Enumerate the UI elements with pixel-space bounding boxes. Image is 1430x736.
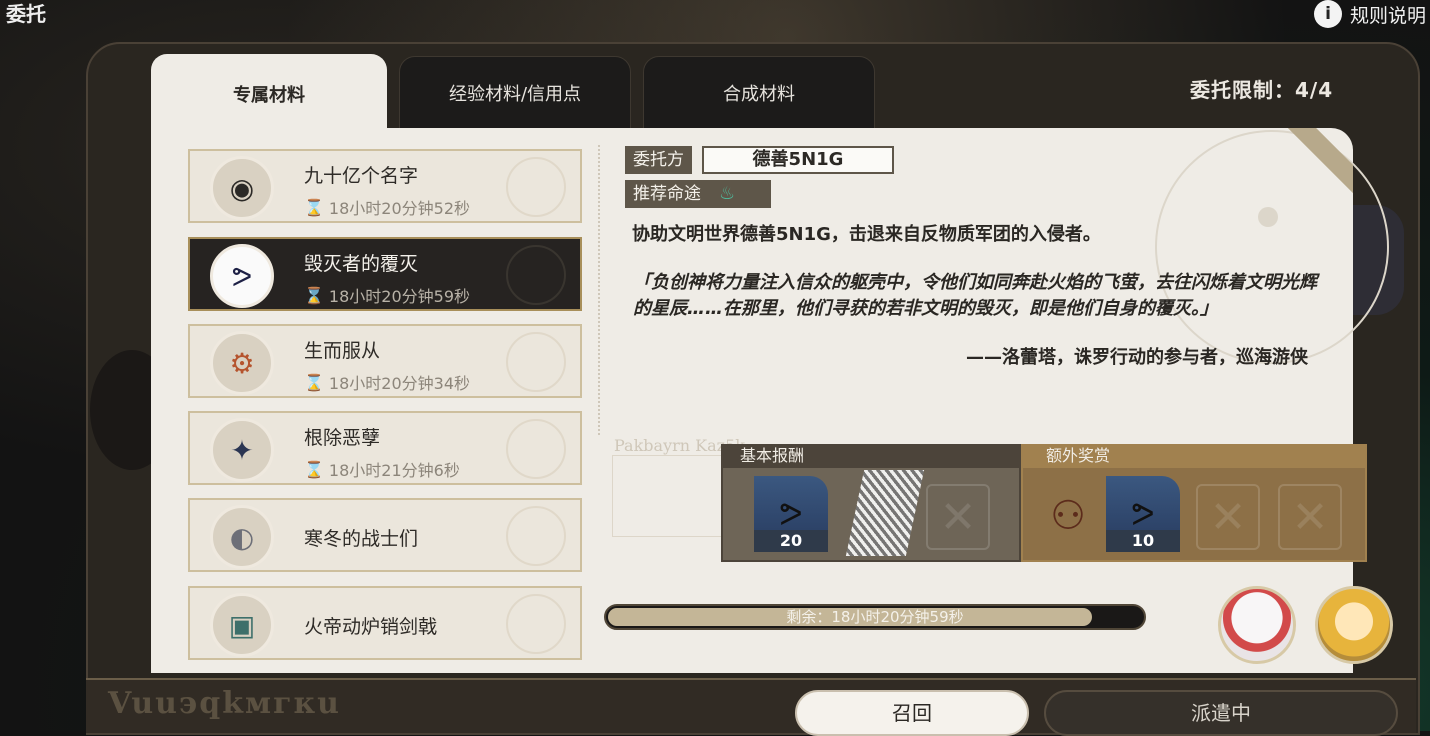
- hourglass-icon: ⌛: [304, 285, 324, 305]
- client-value: 德善5N1G: [702, 146, 894, 174]
- shard-icon: ✦: [210, 418, 274, 482]
- disc-icon: ◐: [210, 505, 274, 569]
- recommended-path: 推荐命途 ♨: [625, 180, 771, 208]
- reward-item[interactable]: ᕗ 20: [754, 476, 828, 552]
- empty-reward-slot: [1278, 484, 1342, 550]
- commission-item[interactable]: ⚙ 生而服从 ⌛ 18小时20分钟34秒: [188, 324, 582, 398]
- tab-exp-materials[interactable]: 经验材料/信用点: [399, 56, 631, 130]
- base-reward-label: 基本报酬: [740, 446, 805, 465]
- commission-time: 18小时20分钟52秒: [328, 199, 471, 218]
- info-icon: i: [1313, 0, 1342, 28]
- reward-item[interactable]: ᕗ 10: [1106, 476, 1180, 552]
- commission-name: 寒冬的战士们: [304, 528, 419, 550]
- commission-time-row: ⌛ 18小时20分钟52秒: [304, 195, 470, 219]
- ribbon-icon: ᕗ: [779, 495, 803, 533]
- tab-synthesis-materials[interactable]: 合成材料: [643, 56, 875, 130]
- item-decoration: [506, 157, 566, 217]
- item-decoration: [506, 594, 566, 654]
- decorative-script: Vuuэqkмгкu: [108, 686, 341, 721]
- corner-ribbon: [1285, 128, 1353, 196]
- item-decoration: [506, 419, 566, 479]
- item-decoration: [506, 332, 566, 392]
- machine-icon: ▣: [210, 593, 274, 657]
- remaining-time-bar: 剩余：18小时20分钟59秒: [604, 604, 1146, 630]
- orb-icon: ◉: [210, 156, 274, 220]
- ribbon-icon: ᕗ: [210, 244, 274, 308]
- commission-name: 生而服从: [304, 340, 381, 362]
- commission-limit: 委托限制：4/4: [1190, 78, 1334, 102]
- dispatching-button[interactable]: 派遣中: [1044, 690, 1398, 736]
- character-avatar[interactable]: [1218, 586, 1296, 664]
- hourglass-icon: ⌛: [304, 372, 324, 392]
- item-decoration: [506, 245, 566, 305]
- item-decoration: [506, 506, 566, 566]
- commission-time: 18小时20分钟59秒: [328, 287, 471, 306]
- path-label: 推荐命途: [633, 184, 701, 204]
- hourglass-icon: ⌛: [304, 459, 324, 479]
- reward-count: 10: [1106, 530, 1180, 552]
- commission-item-selected[interactable]: ᕗ 毁灭者的覆灭 ⌛ 18小时20分钟59秒: [188, 237, 582, 311]
- remaining-time-text: 剩余：18小时20分钟59秒: [786, 608, 964, 626]
- commission-item[interactable]: ✦ 根除恶孽 ⌛ 18小时21分钟6秒: [188, 411, 582, 485]
- panel-decoration-dot: [1258, 207, 1278, 227]
- commission-item[interactable]: ◐ 寒冬的战士们: [188, 498, 582, 572]
- rules-button[interactable]: i 规则说明: [1313, 0, 1426, 28]
- commission-item[interactable]: ◉ 九十亿个名字 ⌛ 18小时20分钟52秒: [188, 149, 582, 223]
- rules-label: 规则说明: [1349, 4, 1426, 27]
- panel-decoration: [1155, 130, 1389, 364]
- commission-time: 18小时20分钟34秒: [328, 374, 471, 393]
- commission-description: 协助文明世界德善5N1G，击退来自反物质军团的入侵者。: [632, 224, 1101, 245]
- commission-quote: 「负创神将力量注入信众的躯壳中，令他们如同奔赴火焰的飞萤，去往闪烁着文明光辉的星…: [633, 272, 1317, 319]
- tab-exclusive-materials[interactable]: 专属材料: [151, 54, 387, 134]
- page-title: 委托: [6, 2, 46, 26]
- commission-time-row: ⌛ 18小时20分钟34秒: [304, 370, 470, 394]
- divider: [598, 145, 600, 435]
- commission-time-row: ⌛ 18小时20分钟59秒: [304, 283, 470, 307]
- commission-name: 毁灭者的覆灭: [304, 253, 419, 275]
- recall-button[interactable]: 召回: [795, 690, 1029, 736]
- faint-box: [612, 455, 724, 537]
- commission-name: 火帝动炉销剑戟: [304, 616, 438, 638]
- empty-reward-slot: [926, 484, 990, 550]
- client-label: 委托方: [625, 146, 692, 174]
- commission-name: 根除恶孽: [304, 427, 381, 449]
- quote-attribution: ——洛蕾塔，诛罗行动的参与者，巡海游侠: [966, 347, 1308, 368]
- empty-reward-slot: [1196, 484, 1260, 550]
- commission-item[interactable]: ▣ 火帝动炉销剑戟: [188, 586, 582, 660]
- commission-name: 九十亿个名字: [304, 165, 419, 187]
- commission-time-row: ⌛ 18小时21分钟6秒: [304, 457, 460, 481]
- abundance-path-icon: ♨: [719, 183, 736, 204]
- character-avatar[interactable]: [1315, 586, 1393, 664]
- reward-count: 20: [754, 530, 828, 552]
- extra-reward-label: 额外奖赏: [1046, 446, 1111, 465]
- gear-icon: ⚙: [210, 331, 274, 395]
- bonus-character-icon: ⚇: [1050, 493, 1086, 539]
- commission-time: 18小时21分钟6秒: [328, 461, 460, 480]
- hourglass-icon: ⌛: [304, 197, 324, 217]
- ribbon-icon: ᕗ: [1131, 495, 1155, 533]
